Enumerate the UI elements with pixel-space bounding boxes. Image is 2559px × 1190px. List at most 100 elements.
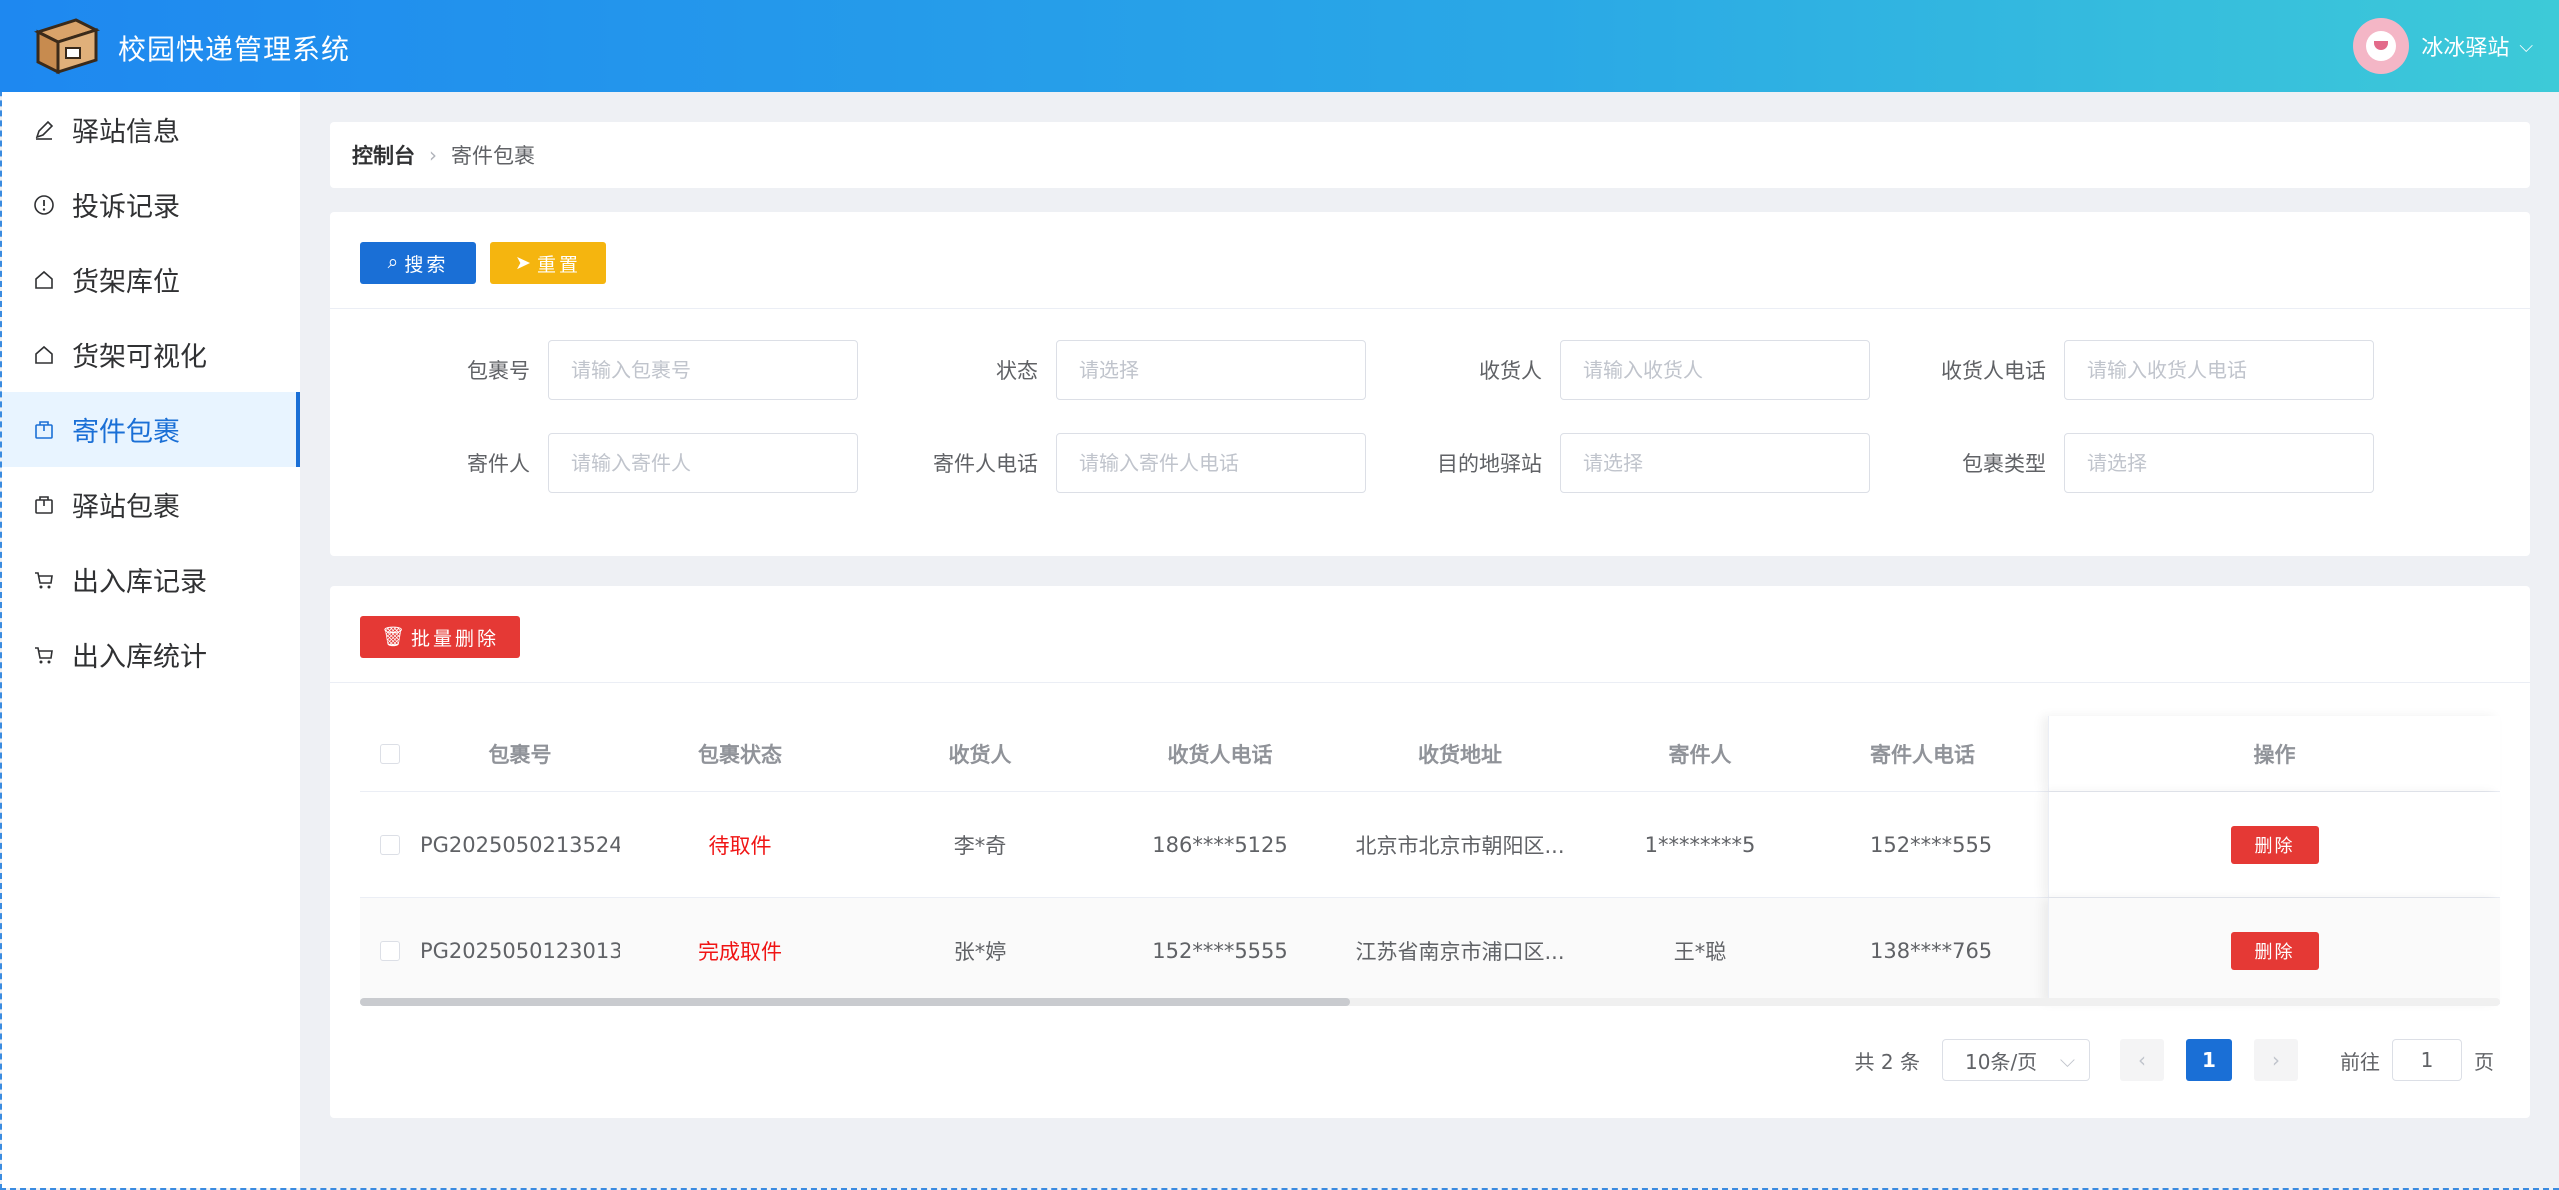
chevron-right-icon: ›	[429, 143, 437, 167]
sidebar-item-shelf-location[interactable]: 货架库位	[2, 242, 300, 317]
edit-icon	[30, 116, 58, 144]
cell-sender: 1********5	[1644, 832, 1756, 857]
search-button-label: 搜索	[404, 254, 449, 276]
col-receiver: 收货人	[948, 742, 1012, 767]
home-icon	[30, 341, 58, 369]
send-icon: ➤	[515, 252, 531, 274]
chevron-down-icon: ⌵	[2059, 1048, 2075, 1072]
user-name[interactable]: 冰冰驿站	[2421, 30, 2509, 62]
cell-package-no: PG2025050123013...	[420, 938, 620, 963]
field-label: 包裹类型	[1962, 452, 2046, 476]
cart-icon	[30, 566, 58, 594]
sidebar-item-shelf-visual[interactable]: 货架可视化	[2, 317, 300, 392]
sidebar: 驿站信息 投诉记录 货架库位 货架可视化 寄件包裹 驿站包裹 出入库记录 出入库…	[2, 92, 300, 1188]
cell-package-no: PG2025050213524...	[420, 832, 620, 857]
breadcrumb-root[interactable]: 控制台	[352, 140, 415, 170]
sender-input[interactable]	[548, 433, 858, 493]
col-package-status: 包裹状态	[698, 742, 782, 767]
sidebar-item-label: 货架库位	[72, 267, 180, 298]
field-label: 收货人电话	[1941, 359, 2046, 383]
divider	[330, 682, 2530, 683]
cell-actions: 删除	[2048, 898, 2500, 1003]
field-label: 目的地驿站	[1437, 452, 1542, 476]
package-box-logo	[32, 14, 102, 76]
reset-button[interactable]: ➤ 重置	[490, 242, 606, 284]
package-no-input[interactable]	[548, 340, 858, 400]
select-all-checkbox[interactable]	[380, 743, 400, 764]
cell-receiver-phone: 186****5125	[1152, 832, 1288, 857]
field-label: 包裹号	[467, 359, 530, 383]
page-number-current[interactable]: 1	[2186, 1039, 2232, 1081]
avatar[interactable]	[2353, 18, 2410, 74]
sidebar-item-station-package[interactable]: 驿站包裹	[2, 467, 300, 542]
col-sender: 寄件人	[1668, 742, 1732, 767]
table-header: 包裹号 包裹状态 收货人 收货人电话 收货地址 寄件人 寄件人电话 操作	[360, 716, 2500, 792]
field-destination-station: 目的地驿站	[1342, 433, 1870, 493]
breadcrumb-current: 寄件包裹	[451, 144, 535, 168]
search-icon: ⌕	[387, 252, 399, 273]
horizontal-scrollbar[interactable]	[360, 998, 2500, 1006]
sidebar-item-station-info[interactable]: 驿站信息	[2, 92, 300, 167]
home-icon	[30, 266, 58, 294]
row-checkbox[interactable]	[380, 834, 400, 855]
page-suffix: 页	[2474, 1049, 2494, 1074]
row-checkbox-cell	[360, 940, 420, 961]
chevron-down-icon[interactable]: ⌵	[2519, 36, 2533, 57]
scrollbar-thumb[interactable]	[360, 998, 1350, 1006]
table-row: PG2025050123013... 完成取件 张*婷 152****5555 …	[360, 898, 2500, 1004]
sidebar-item-complaints[interactable]: 投诉记录	[2, 167, 300, 242]
goto-label: 前往	[2340, 1049, 2380, 1074]
sidebar-item-label: 出入库记录	[72, 567, 207, 598]
cell-receiver: 李*奇	[953, 833, 1007, 858]
field-label: 寄件人电话	[933, 452, 1038, 476]
goto-page-input[interactable]	[2392, 1039, 2462, 1081]
field-label: 状态	[996, 359, 1038, 383]
cell-receiver-phone: 152****5555	[1152, 938, 1288, 963]
user-menu[interactable]: 冰冰驿站 ⌵	[2353, 18, 2533, 74]
sender-phone-input[interactable]	[1056, 433, 1366, 493]
top-header: 校园快递管理系统 冰冰驿站 ⌵	[0, 0, 2559, 92]
alert-circle-icon	[30, 191, 58, 219]
sidebar-item-send-package[interactable]: 寄件包裹	[2, 392, 300, 467]
status-select[interactable]	[1056, 340, 1366, 400]
page-size-select[interactable]: 10条/页 ⌵	[1942, 1039, 2090, 1081]
sidebar-item-label: 驿站信息	[72, 117, 180, 148]
next-page-button[interactable]: ›	[2254, 1039, 2298, 1081]
package-type-select[interactable]	[2064, 433, 2374, 493]
cell-sender-phone: 138****765	[1870, 938, 1993, 963]
search-panel: ⌕ 搜索 ➤ 重置 包裹号 状态 收货人 收货人电话 寄件人 寄件人电话 目的地…	[330, 212, 2530, 556]
cell-address: 北京市北京市朝阳区...	[1355, 833, 1565, 858]
prev-page-button[interactable]: ‹	[2120, 1039, 2164, 1081]
field-package-no: 包裹号	[330, 340, 858, 400]
cell-status: 待取件	[708, 833, 772, 858]
search-button[interactable]: ⌕ 搜索	[360, 242, 476, 284]
trash-icon: 🗑	[380, 627, 406, 648]
delete-button[interactable]: 删除	[2230, 931, 2319, 970]
batch-delete-label: 批量删除	[411, 628, 500, 650]
pagination-total: 共 2 条	[1854, 1049, 1920, 1074]
package-icon	[30, 416, 58, 444]
delete-button[interactable]: 删除	[2230, 825, 2319, 864]
row-checkbox[interactable]	[380, 940, 400, 961]
sidebar-item-label: 出入库统计	[72, 642, 207, 673]
sidebar-item-inout-records[interactable]: 出入库记录	[2, 542, 300, 617]
sidebar-item-inout-stats[interactable]: 出入库统计	[2, 617, 300, 692]
batch-delete-button[interactable]: 🗑 批量删除	[360, 616, 520, 658]
field-status: 状态	[838, 340, 1366, 400]
cell-sender-phone: 152****555	[1870, 832, 1993, 857]
field-label: 收货人	[1479, 359, 1542, 383]
sidebar-item-label: 货架可视化	[72, 342, 207, 373]
receiver-input[interactable]	[1560, 340, 1870, 400]
breadcrumb: 控制台 › 寄件包裹	[330, 122, 2530, 188]
pagination: 共 2 条 10条/页 ⌵ ‹ 1 › 前往 页	[1855, 1038, 2494, 1082]
destination-station-select[interactable]	[1560, 433, 1870, 493]
table-row: PG2025050213524... 待取件 李*奇 186****5125 北…	[360, 792, 2500, 898]
col-address: 收货地址	[1418, 742, 1502, 767]
cart-icon	[30, 641, 58, 669]
receiver-phone-input[interactable]	[2064, 340, 2374, 400]
divider	[330, 308, 2530, 309]
field-label: 寄件人	[467, 452, 530, 476]
col-package-no: 包裹号	[488, 742, 552, 767]
table-panel: 🗑 批量删除 包裹号 包裹状态 收货人 收货人电话 收货地址 寄件人 寄件人电话…	[330, 586, 2530, 1118]
sidebar-item-label: 寄件包裹	[72, 417, 180, 448]
